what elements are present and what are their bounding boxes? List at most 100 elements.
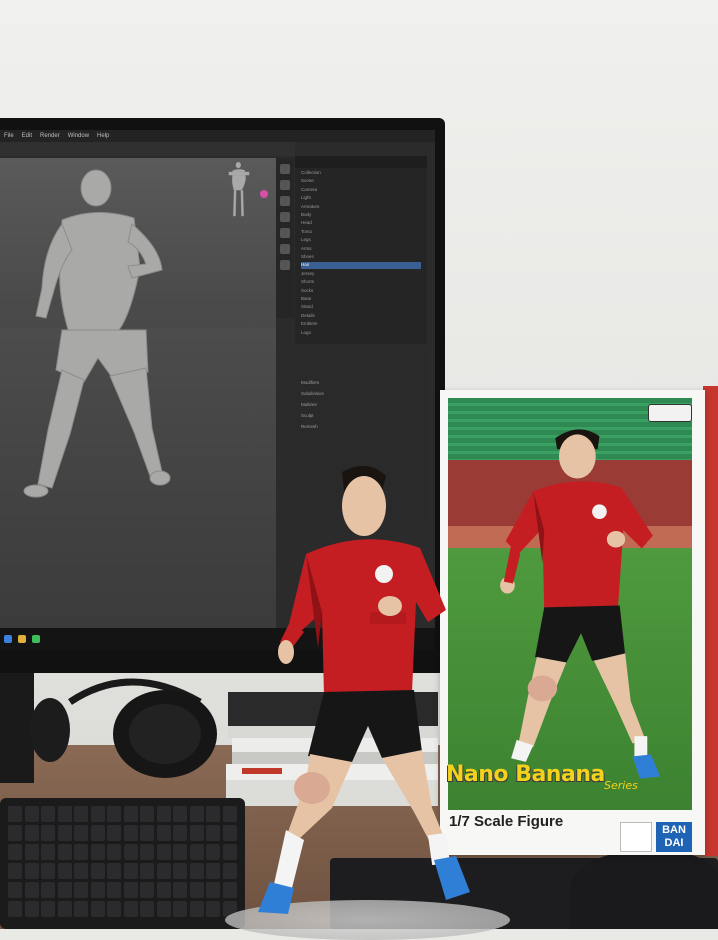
- menu-item[interactable]: Edit: [22, 133, 32, 139]
- property-row[interactable]: Remesh: [301, 424, 318, 432]
- key: [107, 806, 121, 822]
- key: [57, 825, 72, 841]
- outliner-row[interactable]: Armature: [301, 204, 421, 211]
- key: [74, 901, 88, 917]
- box-corner-logo: [648, 404, 692, 422]
- key: [140, 901, 154, 917]
- key: [123, 844, 138, 860]
- key: [189, 901, 204, 917]
- outliner-row[interactable]: Shorts: [301, 279, 421, 286]
- key: [90, 882, 105, 898]
- key: [156, 825, 171, 841]
- key: [189, 806, 204, 822]
- key: [24, 844, 39, 860]
- outliner-row[interactable]: Light: [301, 195, 421, 202]
- outliner-row[interactable]: Emblem: [301, 321, 421, 328]
- outliner-row[interactable]: Stand: [301, 304, 421, 311]
- headphones: [30, 678, 217, 778]
- key: [140, 825, 154, 841]
- outliner-row[interactable]: Head: [301, 220, 421, 227]
- outliner-row[interactable]: Body: [301, 212, 421, 219]
- outliner-row[interactable]: Scene: [301, 178, 421, 185]
- 3d-viewport[interactable]: [0, 158, 276, 646]
- tool-button[interactable]: [280, 260, 290, 270]
- outliner-row[interactable]: Torso: [301, 229, 421, 236]
- key: [8, 882, 22, 898]
- key: [24, 806, 39, 822]
- key: [140, 806, 154, 822]
- mouse: [570, 850, 718, 929]
- brand-logo: BAN DAI: [656, 822, 692, 852]
- key: [140, 882, 154, 898]
- tool-button[interactable]: [280, 180, 290, 190]
- tool-button[interactable]: [280, 196, 290, 206]
- outliner-row[interactable]: Logo: [301, 330, 421, 337]
- tool-button[interactable]: [280, 244, 290, 254]
- key: [222, 863, 237, 879]
- key: [74, 825, 88, 841]
- key: [90, 806, 105, 822]
- key: [206, 863, 220, 879]
- key: [107, 863, 121, 879]
- outliner-row[interactable]: Shoes: [301, 254, 421, 261]
- key: [173, 844, 187, 860]
- browser-icon[interactable]: [32, 635, 40, 643]
- outliner-row[interactable]: Legs: [301, 237, 421, 244]
- key: [189, 825, 204, 841]
- key: [24, 863, 39, 879]
- box-series: Series: [604, 779, 638, 792]
- menu-item[interactable]: Window: [68, 133, 89, 139]
- key: [156, 806, 171, 822]
- outliner-row[interactable]: Jersey: [301, 271, 421, 278]
- key: [57, 844, 72, 860]
- key: [41, 882, 55, 898]
- menu-item[interactable]: Render: [40, 133, 60, 139]
- outliner-row[interactable]: Details: [301, 313, 421, 320]
- app-icon[interactable]: [4, 635, 12, 643]
- key: [74, 882, 88, 898]
- tool-button[interactable]: [280, 212, 290, 222]
- key: [123, 806, 138, 822]
- key: [206, 901, 220, 917]
- key: [123, 901, 138, 917]
- key: [8, 825, 22, 841]
- menu-bar: File Edit Render Window Help: [0, 130, 435, 142]
- outliner-row[interactable]: Arms: [301, 246, 421, 253]
- outliner-row[interactable]: Base: [301, 296, 421, 303]
- outliner-row[interactable]: Hair: [301, 262, 421, 270]
- menu-item[interactable]: Help: [97, 133, 109, 139]
- key: [107, 901, 121, 917]
- outliner-row[interactable]: Socks: [301, 288, 421, 295]
- property-row[interactable]: Sculpt: [301, 413, 314, 421]
- key: [123, 882, 138, 898]
- key: [189, 882, 204, 898]
- key: [222, 825, 237, 841]
- key: [156, 882, 171, 898]
- foreground-figure: [258, 465, 470, 914]
- property-row[interactable]: Subdivision: [301, 391, 324, 399]
- key: [206, 806, 220, 822]
- outliner-panel: Collection Scene Camera Light Armature Body He…: [295, 156, 427, 344]
- property-row[interactable]: Multires: [301, 402, 317, 410]
- property-row[interactable]: Modifiers: [301, 380, 319, 388]
- outliner-row[interactable]: Collection: [301, 170, 421, 177]
- key: [57, 882, 72, 898]
- folder-icon[interactable]: [18, 635, 26, 643]
- outliner-row[interactable]: Camera: [301, 187, 421, 194]
- box-player: [500, 429, 661, 779]
- key: [24, 825, 39, 841]
- header-toolbar: [0, 142, 295, 156]
- key: [57, 863, 72, 879]
- key: [156, 844, 171, 860]
- key: [107, 882, 121, 898]
- key: [41, 863, 55, 879]
- emblem-icon: [620, 822, 652, 852]
- key: [140, 844, 154, 860]
- key: [24, 882, 39, 898]
- menu-item[interactable]: File: [4, 133, 14, 139]
- key: [206, 844, 220, 860]
- tool-button[interactable]: [280, 164, 290, 174]
- tool-button[interactable]: [280, 228, 290, 238]
- monitor-stand: [0, 673, 34, 783]
- key: [206, 882, 220, 898]
